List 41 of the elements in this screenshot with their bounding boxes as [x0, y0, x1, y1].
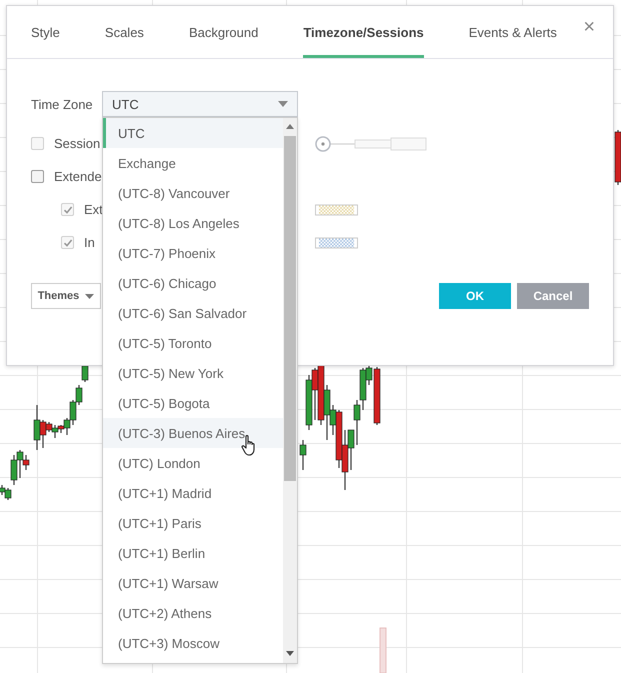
time-zone-dropdown[interactable]: UTC	[102, 91, 298, 117]
time-zone-option[interactable]: (UTC-7) Phoenix	[103, 238, 283, 268]
candlestick	[82, 364, 88, 382]
themes-button[interactable]: Themes	[31, 283, 101, 309]
time-zone-option[interactable]: (UTC-6) San Salvador	[103, 298, 283, 328]
volume-bar	[380, 628, 386, 673]
option-label: In	[84, 235, 95, 250]
time-zone-option[interactable]: (UTC) London	[103, 448, 283, 478]
field-label: Time Zone	[31, 96, 94, 112]
tab[interactable]: Style	[31, 6, 60, 58]
slider[interactable]	[315, 134, 427, 154]
option-label: Ext	[84, 202, 103, 217]
time-zone-option[interactable]: (UTC+1) Warsaw	[103, 568, 283, 598]
scroll-down-icon[interactable]	[286, 651, 294, 656]
time-zone-option[interactable]: (UTC+1) Madrid	[103, 478, 283, 508]
time-zone-option[interactable]: Exchange	[103, 148, 283, 178]
scrollbar[interactable]	[283, 118, 297, 663]
time-zone-option[interactable]: (UTC-8) Vancouver	[103, 178, 283, 208]
close-button[interactable]: ×	[581, 16, 597, 38]
time-zone-option[interactable]: (UTC+1) Berlin	[103, 538, 283, 568]
time-zone-option[interactable]: (UTC-5) Bogota	[103, 388, 283, 418]
option-label: Extende	[54, 169, 102, 184]
time-zone-option[interactable]: (UTC-5) Toronto	[103, 328, 283, 358]
caret-icon	[278, 101, 288, 107]
tab[interactable]: Background	[188, 6, 258, 58]
time-zone-option[interactable]: (UTC+3) Moscow	[103, 628, 283, 658]
time-zone-option[interactable]: (UTC-8) Los Angeles	[103, 208, 283, 238]
time-zone-option[interactable]: (UTC-5) New York	[103, 358, 283, 388]
time-zone-option[interactable]: (UTC+1) Paris	[103, 508, 283, 538]
tab[interactable]: Events & Alerts	[468, 6, 557, 58]
candlestick	[300, 440, 306, 470]
scroll-up-icon[interactable]	[286, 124, 294, 129]
tab[interactable]: Timezone/Sessions	[303, 6, 424, 58]
caret-icon	[85, 294, 94, 298]
checkbox[interactable]	[31, 170, 44, 183]
time-zone-option[interactable]: UTC	[103, 118, 283, 148]
candlestick	[614, 130, 621, 186]
option-label: Session	[54, 136, 100, 151]
time-zone-option[interactable]: (UTC+2) Athens	[103, 598, 283, 628]
time-zone-option[interactable]: (UTC-6) Chicago	[103, 268, 283, 298]
tab[interactable]: Scales	[104, 6, 144, 58]
